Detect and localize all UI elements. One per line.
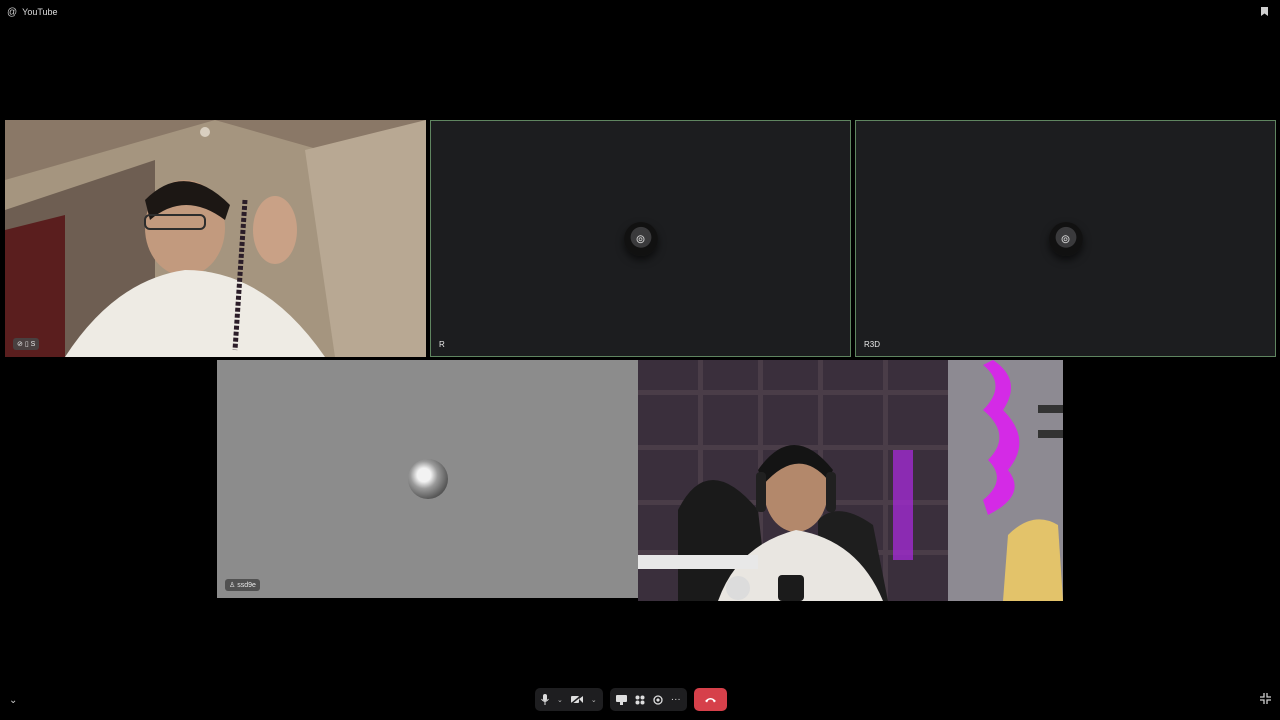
more-icon[interactable]: ···: [671, 694, 681, 705]
camera-off-icon: [570, 695, 583, 704]
channel-header[interactable]: @ YouTube: [7, 5, 58, 19]
avatar-placeholder-icon: ⊚: [1048, 221, 1083, 256]
camera-feed: [638, 360, 1063, 601]
participant-tile-r[interactable]: ⊚ R: [430, 120, 851, 357]
screen-share-button[interactable]: [615, 694, 627, 705]
participant-name-tag: ⊘ ▯ S: [13, 338, 40, 350]
activities-icon: [635, 695, 645, 704]
call-controls: ⌄ ⌄ ···: [535, 688, 727, 711]
soundboard-button[interactable]: [653, 694, 663, 705]
activities-button[interactable]: [635, 695, 645, 705]
participant-name: ssd9e: [237, 582, 256, 589]
playstation-icon: ♙: [229, 582, 236, 589]
audio-video-group: ⌄ ⌄: [535, 688, 603, 711]
camera-button[interactable]: [570, 695, 583, 704]
participant-tile-r3d[interactable]: ⊚ R3D: [855, 120, 1276, 357]
participant-badge: ♙ ssd9e: [225, 579, 260, 591]
chevron-down-icon[interactable]: ⌄: [9, 695, 17, 706]
call-window: @ YouTube ⊘ ▯ S ⊚ R ⊚ R3D ♙ ssd9e ⌄ ⌄ ⌄ …: [0, 0, 1280, 720]
participant-tile-s[interactable]: ⊘ ▯ S: [5, 120, 426, 357]
mic-off-icon: ⊘: [17, 341, 23, 348]
camera-options-chevron-icon[interactable]: ⌄: [591, 696, 597, 704]
camera-feed: [5, 120, 426, 357]
participant-name: R: [439, 340, 445, 349]
participant-badge: ⊘ ▯ S: [13, 338, 40, 350]
avatar: [407, 459, 448, 499]
participant-name: S: [30, 341, 36, 348]
microphone-button[interactable]: [541, 694, 549, 705]
at-icon: @: [7, 6, 18, 18]
bookmark-icon[interactable]: [1261, 7, 1268, 16]
participant-name-tag: ♙ ssd9e: [225, 579, 260, 591]
actions-group: ···: [609, 688, 687, 711]
end-call-button[interactable]: [693, 688, 727, 711]
participant-tile-ssd9e[interactable]: ♙ ssd9e: [217, 360, 638, 598]
exit-fullscreen-icon[interactable]: [1260, 693, 1271, 707]
participant-name-tag: R: [439, 340, 445, 349]
soundboard-icon: [653, 694, 663, 705]
top-bar: @ YouTube: [0, 0, 1280, 24]
screen-icon: ▯: [24, 341, 29, 348]
end-call-icon: [704, 698, 716, 703]
screen-share-icon: [615, 694, 627, 705]
participant-name: R3D: [864, 340, 881, 349]
mic-options-chevron-icon[interactable]: ⌄: [557, 696, 563, 704]
avatar-placeholder-icon: ⊚: [623, 221, 658, 256]
microphone-icon: [541, 694, 549, 705]
participant-tile-camera[interactable]: [638, 360, 1063, 601]
channel-name: YouTube: [22, 7, 58, 17]
participant-name-tag: R3D: [864, 340, 880, 349]
